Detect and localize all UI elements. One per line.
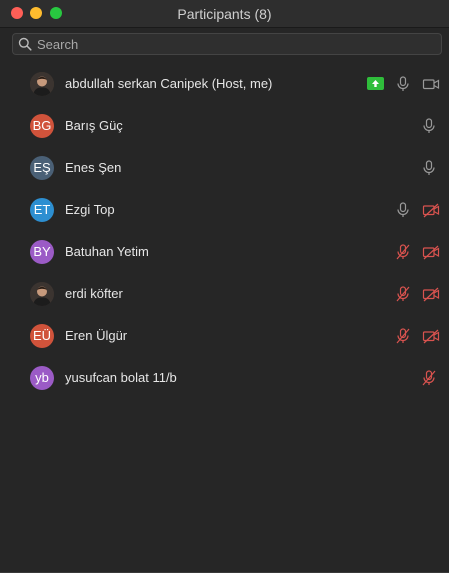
avatar (30, 72, 54, 96)
avatar: EÜ (30, 324, 54, 348)
avatar (30, 282, 54, 306)
participant-row[interactable]: abdullah serkan Canipek (Host, me) (0, 63, 449, 105)
mic-icon[interactable] (394, 201, 412, 219)
mic-muted-icon[interactable] (420, 369, 438, 387)
participant-name: Enes Şen (65, 160, 122, 175)
participant-row[interactable]: EÜ Eren Ülgür (0, 315, 449, 357)
video-off-icon[interactable] (422, 201, 440, 219)
avatar: BG (30, 114, 54, 138)
video-off-icon[interactable] (422, 243, 440, 261)
avatar: ET (30, 198, 54, 222)
participant-name: Eren Ülgür (65, 328, 128, 343)
participant-row[interactable]: yb yusufcan bolat 11/b (0, 357, 449, 399)
search-input[interactable] (37, 34, 437, 54)
participants-window: Participants (8) abdullah serkan Canipek… (0, 0, 449, 573)
participant-name: abdullah serkan Canipek (Host, me) (65, 76, 273, 91)
avatar: BY (30, 240, 54, 264)
participant-row[interactable]: ET Ezgi Top (0, 189, 449, 231)
profile-photo (30, 282, 54, 306)
mic-muted-icon[interactable] (394, 327, 412, 345)
avatar: yb (30, 366, 54, 390)
participant-name: Barış Güç (65, 118, 123, 133)
video-icon[interactable] (422, 75, 440, 93)
mic-icon[interactable] (420, 117, 438, 135)
participant-name: Ezgi Top (65, 202, 115, 217)
participant-name: Batuhan Yetim (65, 244, 149, 259)
participant-row[interactable]: EŞ Enes Şen (0, 147, 449, 189)
mic-muted-icon[interactable] (394, 285, 412, 303)
search-box[interactable] (12, 33, 442, 55)
participant-row[interactable]: erdi köfter (0, 273, 449, 315)
participant-row[interactable]: BG Barış Güç (0, 105, 449, 147)
video-off-icon[interactable] (422, 285, 440, 303)
mic-muted-icon[interactable] (394, 243, 412, 261)
participant-name: yusufcan bolat 11/b (65, 370, 177, 385)
mic-icon[interactable] (394, 75, 412, 93)
window-title: Participants (8) (177, 6, 272, 22)
avatar: EŞ (30, 156, 54, 180)
participant-row[interactable]: BY Batuhan Yetim (0, 231, 449, 273)
profile-photo (30, 72, 54, 96)
title-bar[interactable]: Participants (8) (0, 0, 449, 28)
search-icon (18, 37, 32, 51)
share-screen-icon[interactable] (367, 77, 384, 90)
participant-name: erdi köfter (65, 286, 123, 301)
video-off-icon[interactable] (422, 327, 440, 345)
mic-icon[interactable] (420, 159, 438, 177)
